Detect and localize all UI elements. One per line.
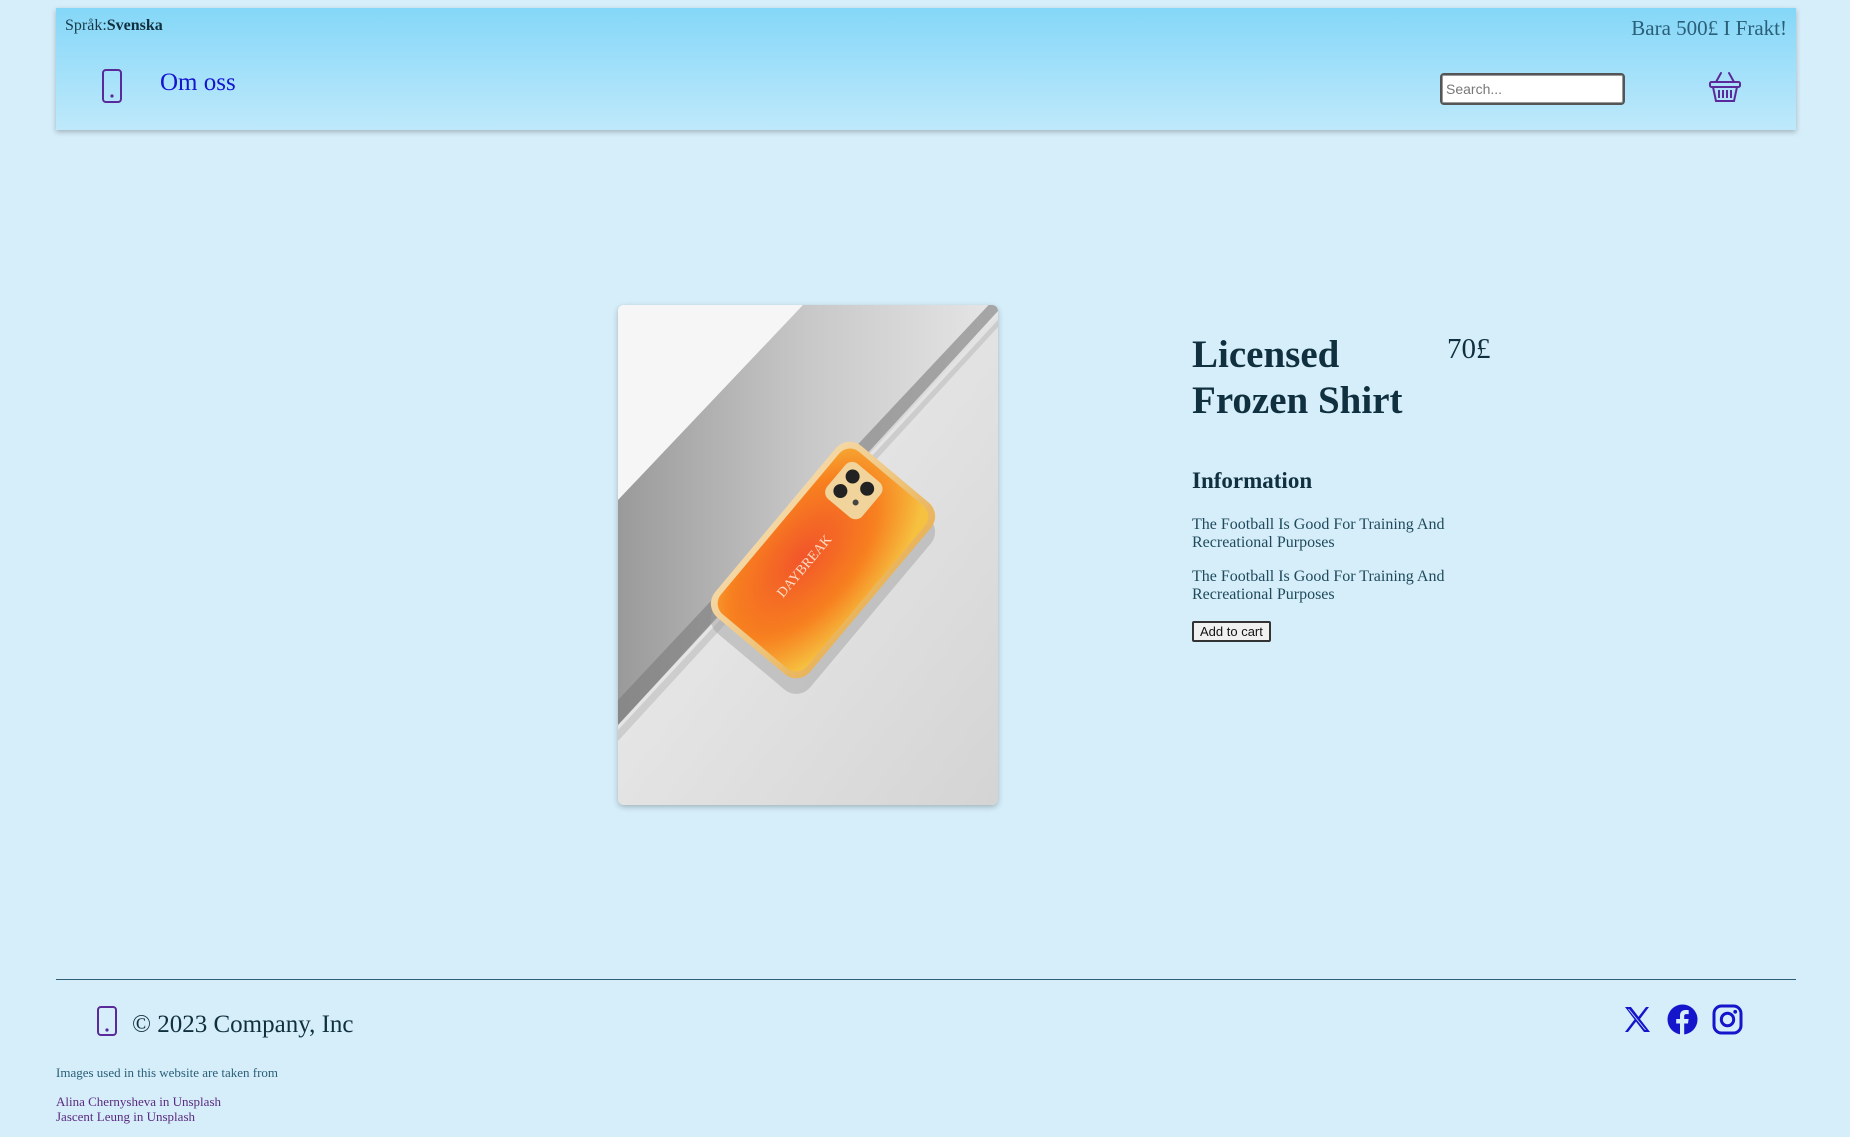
phone-logo-icon[interactable] [100, 68, 124, 104]
image-credit-link[interactable]: Jascent Leung in Unsplash [56, 1109, 195, 1125]
image-credits-note: Images used in this website are taken fr… [56, 1065, 279, 1080]
product-description: The Football Is Good For Training And Re… [1192, 568, 1445, 603]
language-value[interactable]: Svenska [107, 17, 163, 34]
product-price: 70£ [1447, 333, 1491, 365]
x-icon[interactable] [1622, 1004, 1653, 1035]
instagram-icon[interactable] [1712, 1004, 1743, 1035]
add-to-cart-button[interactable]: Add to cart [1192, 621, 1271, 642]
search-input[interactable] [1440, 73, 1625, 105]
facebook-icon[interactable] [1667, 1004, 1698, 1035]
information-heading: Information [1192, 468, 1313, 493]
copyright-text: © 2023 Company, Inc [132, 1011, 354, 1038]
product-title: Licensed Frozen Shirt [1192, 333, 1403, 422]
phone-logo-icon[interactable] [95, 1005, 119, 1037]
product-image: DAYBREAK [618, 305, 998, 805]
site-header: Språk:Svenska Bara 500£ I Frakt! Om oss [56, 8, 1796, 130]
social-links [1622, 1004, 1743, 1035]
cart-basket-icon[interactable] [1708, 70, 1742, 104]
shipping-promo: Bara 500£ I Frakt! [1631, 16, 1787, 40]
footer-divider [56, 979, 1796, 980]
product-description: The Football Is Good For Training And Re… [1192, 516, 1445, 551]
about-us-link[interactable]: Om oss [160, 69, 236, 97]
language-selector[interactable]: Språk:Svenska [65, 17, 163, 35]
image-credit-link[interactable]: Alina Chernysheva in Unsplash [56, 1094, 221, 1110]
language-label: Språk: [65, 17, 107, 34]
